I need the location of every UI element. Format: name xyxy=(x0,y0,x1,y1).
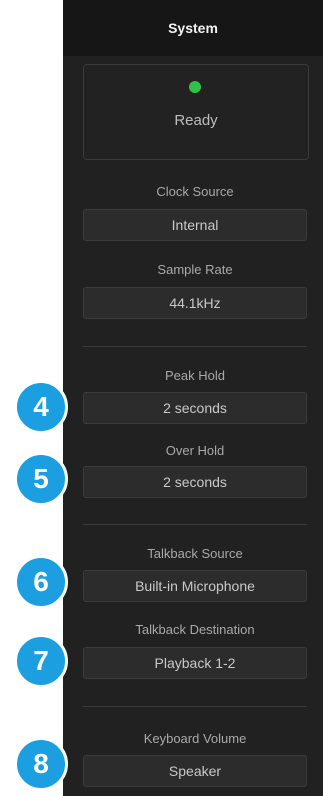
panel-title: System xyxy=(63,0,323,56)
callout-badge-4: 4 xyxy=(14,380,68,434)
callout-badge-8: 8 xyxy=(14,737,68,791)
callout-badge-5: 5 xyxy=(14,452,68,506)
talkback-destination-select[interactable]: Playback 1-2 xyxy=(83,647,307,679)
keyboard-volume-select[interactable]: Speaker xyxy=(83,755,307,787)
over-hold-label: Over Hold xyxy=(165,443,225,458)
over-hold-select[interactable]: 2 seconds xyxy=(83,466,307,498)
talkback-source-label: Talkback Source xyxy=(147,546,243,561)
system-panel: System Ready Clock Source Internal Sampl… xyxy=(63,0,323,796)
talkback-destination-label: Talkback Destination xyxy=(135,622,255,637)
peak-hold-select[interactable]: 2 seconds xyxy=(83,392,307,424)
divider xyxy=(83,524,307,525)
divider xyxy=(83,346,307,347)
talkback-source-select[interactable]: Built-in Microphone xyxy=(83,570,307,602)
callout-badge-7: 7 xyxy=(14,634,68,688)
status-indicator-icon xyxy=(189,81,201,93)
divider xyxy=(83,706,307,707)
clock-source-label: Clock Source xyxy=(156,184,234,199)
status-box: Ready xyxy=(83,64,309,160)
sample-rate-select[interactable]: 44.1kHz xyxy=(83,287,307,319)
keyboard-volume-label: Keyboard Volume xyxy=(143,731,247,746)
status-text: Ready xyxy=(174,112,218,129)
callout-badge-6: 6 xyxy=(14,555,68,609)
sample-rate-label: Sample Rate xyxy=(157,262,233,277)
clock-source-select[interactable]: Internal xyxy=(83,209,307,241)
peak-hold-label: Peak Hold xyxy=(165,368,225,383)
